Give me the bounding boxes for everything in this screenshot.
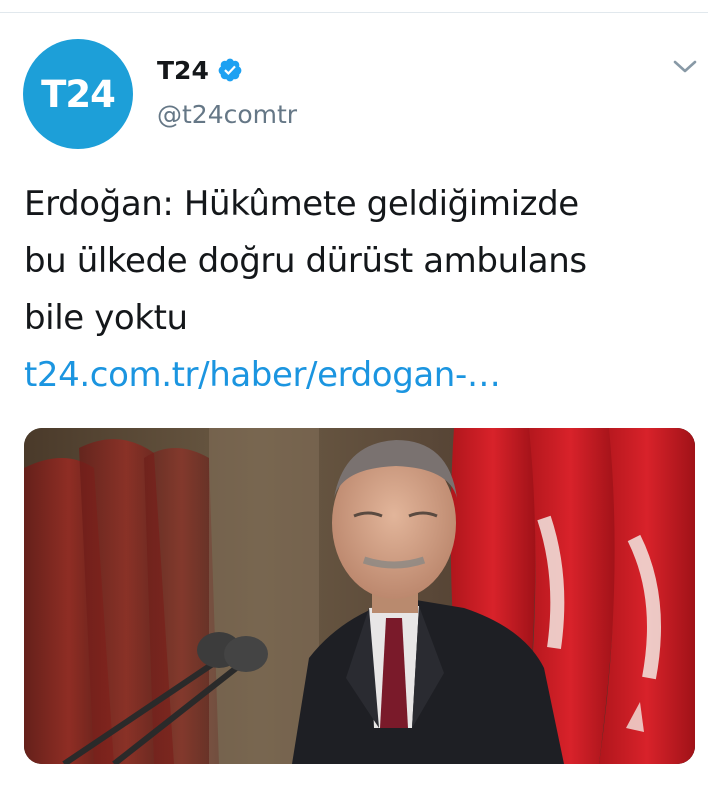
verified-badge-icon: [218, 58, 242, 82]
avatar[interactable]: T24: [23, 39, 133, 149]
tweet-text-line: bile yoktu: [24, 298, 188, 338]
tweet-text-line: bu ülkede doğru dürüst ambulans: [24, 241, 587, 281]
author-handle[interactable]: @t24comtr: [157, 100, 297, 129]
author-name-row[interactable]: T24: [157, 52, 243, 88]
tweet-media-photo[interactable]: [24, 428, 695, 764]
photo-illustration: [24, 428, 695, 764]
tweet-link[interactable]: t24.com.tr/haber/erdogan-…: [24, 347, 694, 404]
avatar-logo-text: T24: [41, 72, 116, 116]
tweet-text-line: Erdoğan: Hükûmete geldiğimizde: [24, 184, 579, 224]
top-divider: [0, 12, 708, 13]
tweet-text: Erdoğan: Hükûmete geldiğimizde bu ülkede…: [24, 176, 694, 404]
author-display-name[interactable]: T24: [157, 56, 209, 85]
chevron-down-icon[interactable]: [672, 56, 698, 78]
